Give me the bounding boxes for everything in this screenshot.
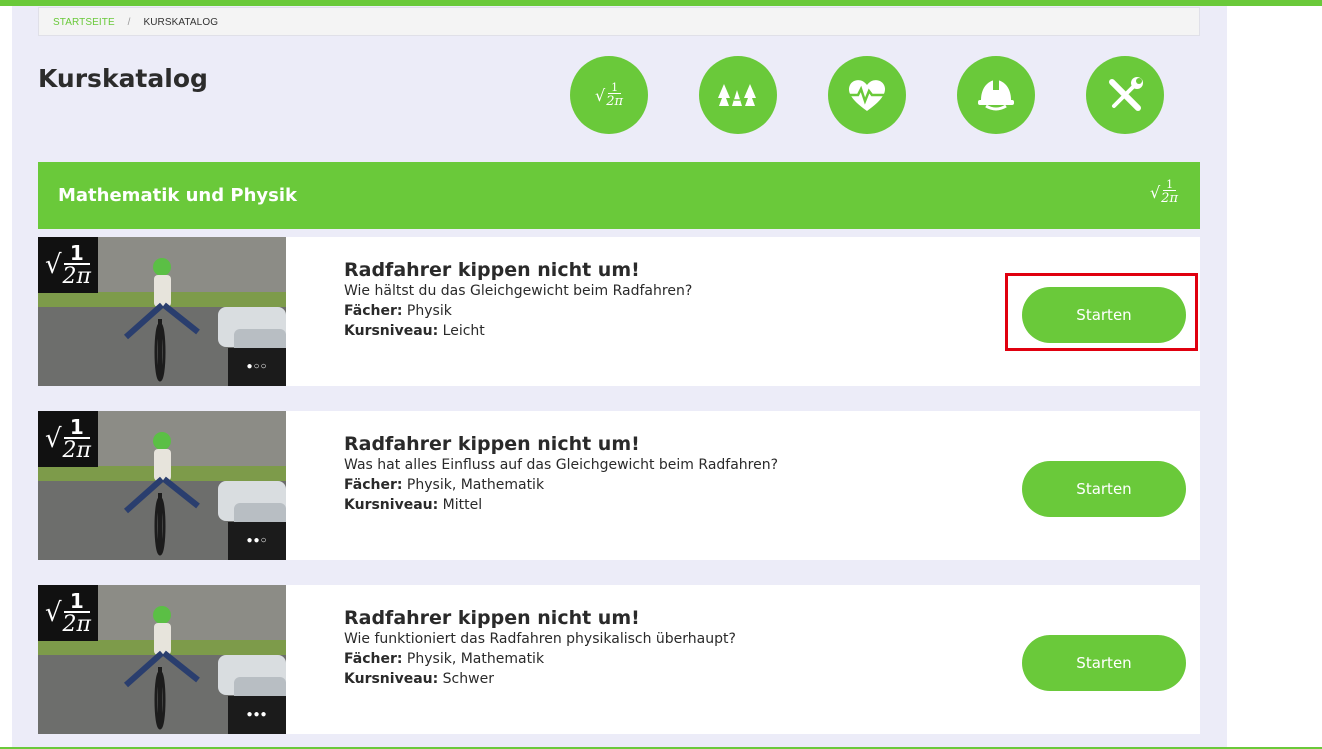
course-info: Radfahrer kippen nicht um! Wie funktioni…	[344, 607, 736, 689]
fraction-denominator: 2π	[62, 437, 92, 463]
catalog-panel: STARTSEITE / KURSKATALOG Kurskatalog √ 1…	[12, 6, 1227, 747]
start-button[interactable]: Starten	[1022, 635, 1186, 691]
course-level: Kursniveau: Leicht	[344, 321, 692, 341]
fraction-denominator: 2π	[1161, 191, 1178, 206]
fraction-numerator: 1	[608, 82, 622, 94]
level-label: Kursniveau:	[344, 323, 439, 339]
heartbeat-icon	[848, 80, 886, 111]
wrench-screwdriver-icon	[1109, 77, 1143, 111]
fraction-numerator: 1	[63, 591, 90, 613]
trees-icon	[718, 84, 756, 106]
course-title: Radfahrer kippen nicht um!	[344, 259, 640, 281]
course-description: Wie hältst du das Gleichgewicht beim Rad…	[344, 283, 693, 299]
section-header: Mathematik und Physik √ 1 2π	[38, 162, 1200, 229]
fraction-stack: 1 2π	[63, 243, 91, 288]
course-info: Radfahrer kippen nicht um! Wie hältst du…	[344, 259, 692, 341]
subjects-value: Physik, Mathematik	[406, 477, 545, 493]
start-button[interactable]: Starten	[1022, 461, 1186, 517]
fraction-stack: 1 2π	[1161, 179, 1178, 205]
level-label: Kursniveau:	[344, 671, 439, 687]
tools-icon[interactable]	[1086, 56, 1164, 134]
breadcrumb-separator: /	[127, 17, 131, 28]
level-value: Schwer	[442, 671, 494, 687]
fraction-denominator: 2π	[62, 263, 92, 289]
root-symbol: √	[44, 598, 62, 628]
course-card: √ 1 2π ●●● Radfahrer kippen nicht um! Wi…	[38, 585, 1200, 734]
subjects-label: Fächer:	[344, 477, 403, 493]
course-description: Wie funktioniert das Radfahren physikali…	[344, 631, 736, 647]
course-level: Kursniveau: Mittel	[344, 495, 778, 515]
section-title: Mathematik und Physik	[58, 185, 297, 206]
page-title: Kurskatalog	[38, 64, 208, 93]
thumbnail-math-icon: √ 1 2π	[38, 411, 98, 467]
root-symbol: √	[594, 85, 606, 105]
course-thumbnail[interactable]: √ 1 2π ●●○	[38, 411, 286, 560]
fraction-stack: 1 2π	[606, 82, 623, 108]
subjects-label: Fächer:	[344, 303, 403, 319]
course-title: Radfahrer kippen nicht um!	[344, 607, 640, 629]
difficulty-dots: ●●○	[228, 522, 286, 560]
course-subjects: Fächer: Physik	[344, 301, 692, 321]
fraction-numerator: 1	[1163, 179, 1177, 191]
breadcrumb-home-link[interactable]: STARTSEITE	[53, 17, 115, 28]
root-symbol: √	[1149, 182, 1161, 202]
safety-icon[interactable]	[957, 56, 1035, 134]
thumbnail-math-icon: √ 1 2π	[38, 585, 98, 641]
start-button[interactable]: Starten	[1022, 287, 1186, 343]
course-title: Radfahrer kippen nicht um!	[344, 433, 640, 455]
fraction-stack: 1 2π	[63, 417, 91, 462]
section-math-icon: √ 1 2π	[1150, 179, 1178, 205]
breadcrumb-current: KURSKATALOG	[143, 17, 219, 28]
course-info: Radfahrer kippen nicht um! Was hat alles…	[344, 433, 778, 515]
course-card: √ 1 2π ●○○ Radfahrer kippen nicht um! Wi…	[38, 237, 1200, 386]
difficulty-dots: ●●●	[228, 696, 286, 734]
fraction-denominator: 2π	[62, 611, 92, 637]
thumbnail-math-icon: √ 1 2π	[38, 237, 98, 293]
subjects-label: Fächer:	[344, 651, 403, 667]
level-value: Leicht	[442, 323, 485, 339]
root-symbol: √	[44, 250, 62, 280]
subjects-value: Physik, Mathematik	[406, 651, 545, 667]
course-subjects: Fächer: Physik, Mathematik	[344, 649, 736, 669]
health-icon[interactable]	[828, 56, 906, 134]
subjects-value: Physik	[406, 303, 452, 319]
nature-icon[interactable]	[699, 56, 777, 134]
fraction-glyph: √ 1 2π	[595, 82, 623, 108]
level-value: Mittel	[442, 497, 483, 513]
course-thumbnail[interactable]: √ 1 2π ●●●	[38, 585, 286, 734]
course-subjects: Fächer: Physik, Mathematik	[344, 475, 778, 495]
difficulty-dots: ●○○	[228, 348, 286, 386]
course-description: Was hat alles Einfluss auf das Gleichgew…	[344, 457, 779, 473]
fraction-denominator: 2π	[606, 94, 624, 109]
course-level: Kursniveau: Schwer	[344, 669, 736, 689]
math-physics-icon[interactable]: √ 1 2π	[570, 56, 648, 134]
fraction-numerator: 1	[63, 243, 90, 265]
fraction-numerator: 1	[63, 417, 90, 439]
root-symbol: √	[44, 424, 62, 454]
fraction-stack: 1 2π	[63, 591, 91, 636]
breadcrumb: STARTSEITE / KURSKATALOG	[38, 7, 1200, 36]
course-thumbnail[interactable]: √ 1 2π ●○○	[38, 237, 286, 386]
course-card: √ 1 2π ●●○ Radfahrer kippen nicht um! Wa…	[38, 411, 1200, 560]
level-label: Kursniveau:	[344, 497, 439, 513]
helmet-icon	[978, 80, 1014, 111]
